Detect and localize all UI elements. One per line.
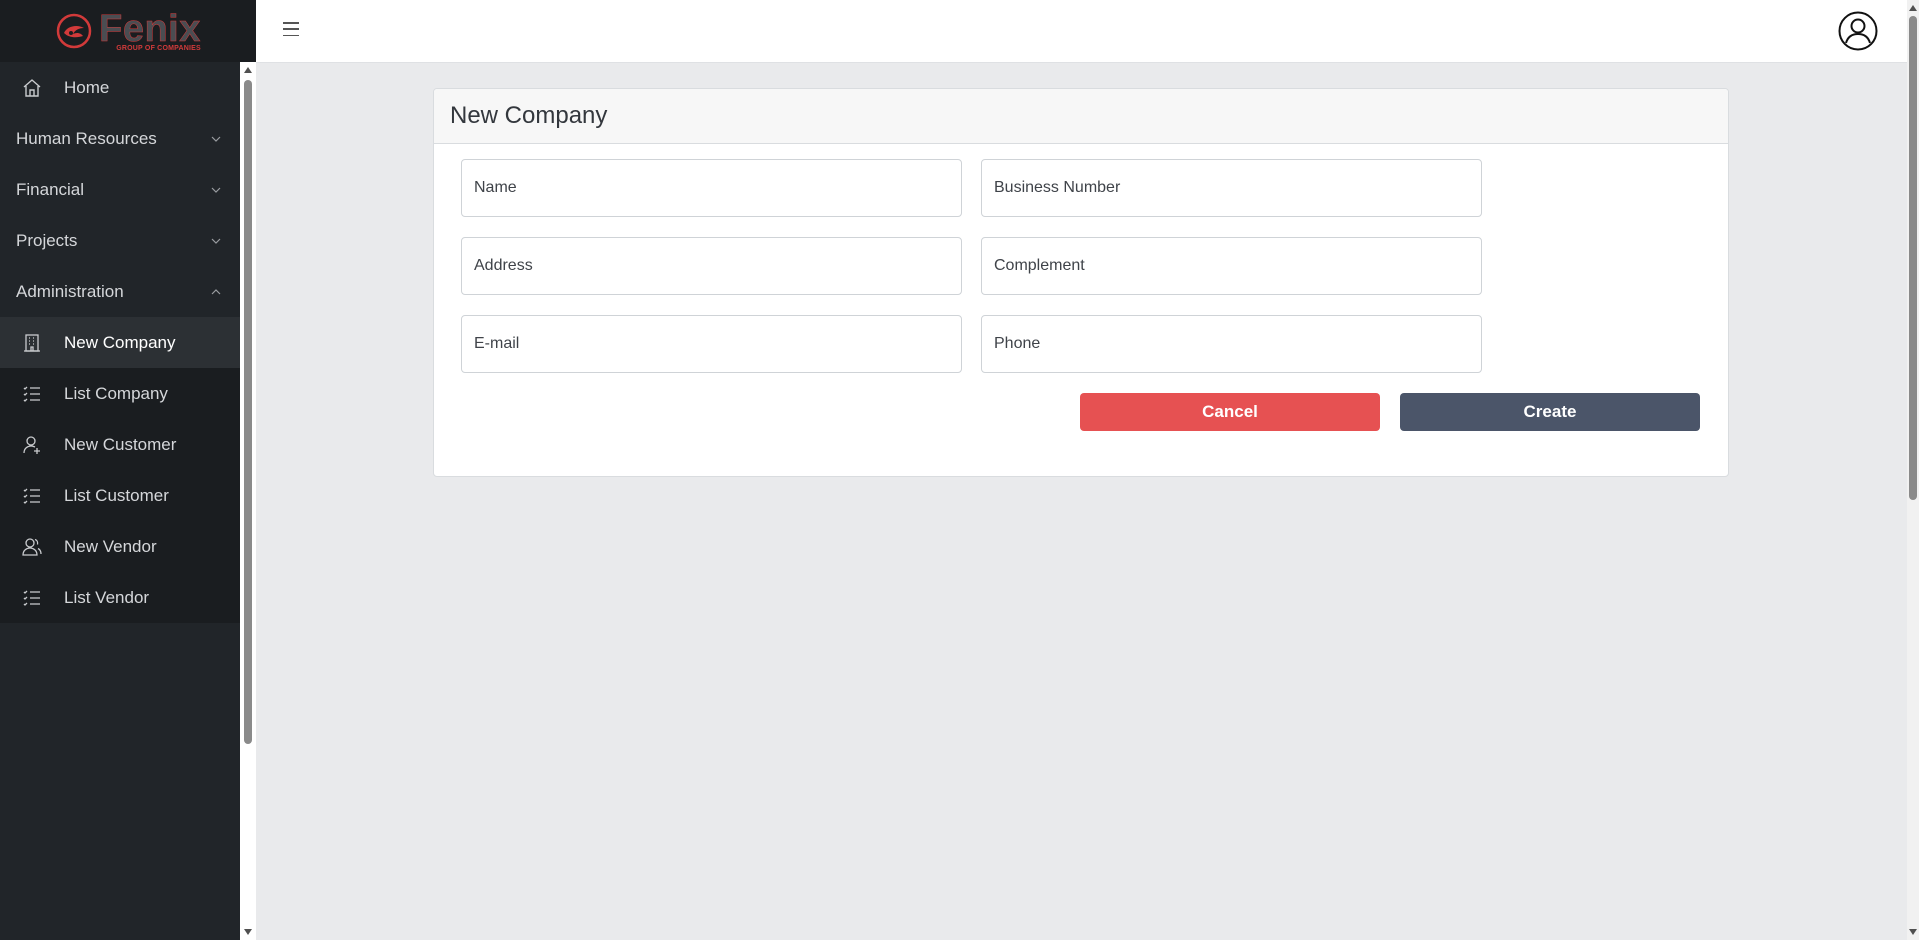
sidebar-section-financial[interactable]: Financial bbox=[0, 164, 240, 215]
business-number-input[interactable] bbox=[981, 159, 1482, 217]
sidebar-menu: Home Human Resources Financial Projects … bbox=[0, 62, 240, 623]
brand-name: Fenix bbox=[99, 8, 201, 50]
sidebar-item-new-vendor[interactable]: New Vendor bbox=[0, 521, 240, 572]
phoenix-logo-icon bbox=[56, 13, 92, 49]
email-input[interactable] bbox=[461, 315, 962, 373]
sidebar-item-new-company[interactable]: New Company bbox=[0, 317, 240, 368]
sidebar-section-human-resources[interactable]: Human Resources bbox=[0, 113, 240, 164]
sidebar-item-new-customer[interactable]: New Customer bbox=[0, 419, 240, 470]
sidebar-item-label: List Company bbox=[64, 383, 168, 403]
card-header: New Company bbox=[434, 89, 1728, 144]
sidebar-section-label: Projects bbox=[16, 230, 78, 250]
sidebar-section-label: Human Resources bbox=[16, 128, 157, 148]
sidebar-item-list-customer[interactable]: List Customer bbox=[0, 470, 240, 521]
user-circle-icon[interactable] bbox=[1838, 11, 1878, 51]
sidebar-item-label: New Customer bbox=[64, 434, 177, 454]
list-icon bbox=[22, 588, 42, 608]
users-icon bbox=[22, 537, 42, 557]
scroll-up-arrow-icon[interactable] bbox=[1909, 5, 1917, 11]
sidebar-item-label: New Vendor bbox=[64, 536, 157, 556]
create-button[interactable]: Create bbox=[1400, 393, 1700, 431]
sidebar-item-home[interactable]: Home bbox=[0, 62, 240, 113]
scroll-down-arrow-icon[interactable] bbox=[244, 929, 252, 935]
chevron-down-icon bbox=[211, 238, 221, 244]
hamburger-icon[interactable] bbox=[282, 20, 300, 38]
phone-input[interactable] bbox=[981, 315, 1482, 373]
name-input[interactable] bbox=[461, 159, 962, 217]
home-icon bbox=[22, 78, 42, 98]
sidebar-section-label: Administration bbox=[16, 281, 124, 301]
sidebar-section-label: Financial bbox=[16, 179, 85, 199]
scrollbar-thumb[interactable] bbox=[244, 80, 252, 744]
user-add-icon bbox=[22, 435, 42, 455]
sidebar-item-list-vendor[interactable]: List Vendor bbox=[0, 572, 240, 623]
sidebar: Fenix GROUP OF COMPANIES Home Human Reso… bbox=[0, 0, 256, 940]
brand-logo[interactable]: Fenix GROUP OF COMPANIES bbox=[0, 0, 256, 62]
address-input[interactable] bbox=[461, 237, 962, 295]
list-icon bbox=[22, 384, 42, 404]
sidebar-item-label: New Company bbox=[64, 332, 176, 352]
page-title: New Company bbox=[450, 102, 608, 129]
chevron-down-icon bbox=[211, 136, 221, 142]
cancel-button[interactable]: Cancel bbox=[1080, 393, 1380, 431]
chevron-up-icon bbox=[211, 288, 221, 294]
page-scrollbar[interactable] bbox=[1907, 0, 1919, 940]
sidebar-item-label: List Vendor bbox=[64, 587, 150, 607]
brand-tagline: GROUP OF COMPANIES bbox=[116, 45, 201, 52]
sidebar-item-label: Home bbox=[64, 77, 110, 97]
complement-input[interactable] bbox=[981, 237, 1482, 295]
top-bar bbox=[256, 0, 1907, 63]
sidebar-section-administration[interactable]: Administration bbox=[0, 266, 240, 317]
scroll-up-arrow-icon[interactable] bbox=[244, 67, 252, 73]
building-icon bbox=[22, 333, 42, 353]
sidebar-item-label: List Customer bbox=[64, 485, 169, 505]
scroll-down-arrow-icon[interactable] bbox=[1909, 929, 1917, 935]
new-company-card: New Company Cancel Create bbox=[433, 88, 1729, 477]
administration-submenu: New Company List Company New Customer Li… bbox=[0, 317, 240, 623]
chevron-down-icon bbox=[211, 187, 221, 193]
sidebar-item-list-company[interactable]: List Company bbox=[0, 368, 240, 419]
scrollbar-thumb[interactable] bbox=[1909, 16, 1917, 500]
list-icon bbox=[22, 486, 42, 506]
sidebar-section-projects[interactable]: Projects bbox=[0, 215, 240, 266]
sidebar-scrollbar[interactable] bbox=[240, 62, 256, 940]
